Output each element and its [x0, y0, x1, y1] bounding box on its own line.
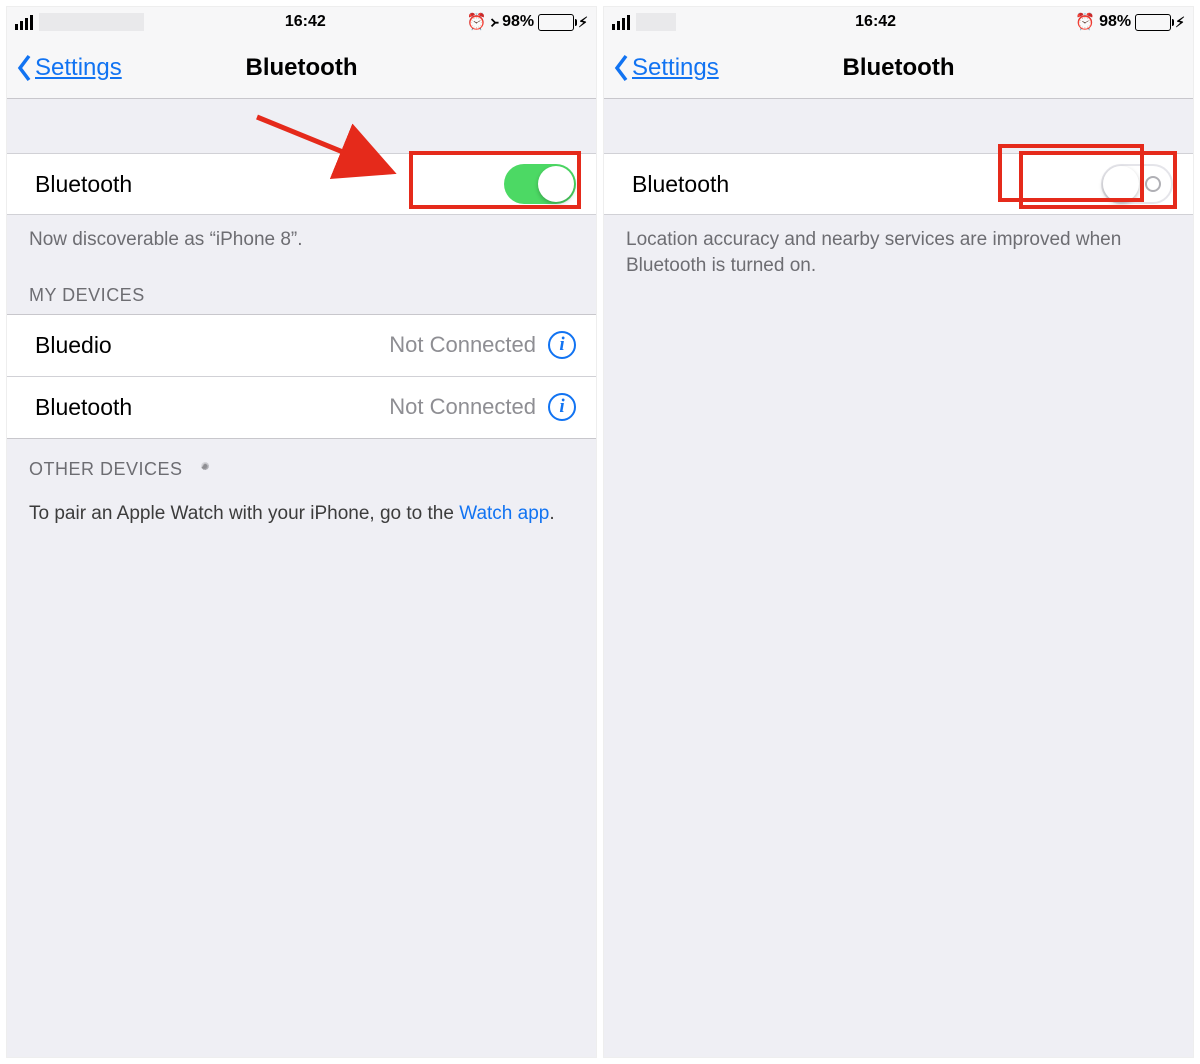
device-status: Not Connected — [389, 394, 536, 420]
info-icon[interactable]: i — [548, 331, 576, 359]
other-devices-label: OTHER DEVICES — [29, 459, 183, 480]
pair-watch-note: To pair an Apple Watch with your iPhone,… — [7, 489, 596, 539]
spinner-icon — [193, 459, 215, 481]
bluetooth-icon: ᚛ — [491, 13, 499, 31]
bluetooth-toggle-row: Bluetooth — [7, 153, 596, 215]
other-devices-header: OTHER DEVICES — [7, 439, 596, 489]
bluetooth-row-label: Bluetooth — [35, 171, 132, 198]
signal-icon — [15, 15, 33, 30]
bluetooth-toggle-row: Bluetooth — [604, 153, 1193, 215]
device-row[interactable]: Bluedio Not Connected i — [7, 314, 596, 376]
discoverable-text: Now discoverable as “iPhone 8”. — [7, 215, 596, 265]
my-devices-header: MY DEVICES — [7, 265, 596, 314]
pair-text: To pair an Apple Watch with your iPhone,… — [29, 503, 459, 524]
info-icon[interactable]: i — [548, 393, 576, 421]
back-button[interactable]: Settings — [17, 54, 122, 82]
device-list: Bluedio Not Connected i Bluetooth Not Co… — [7, 314, 596, 439]
battery-icon — [538, 14, 574, 31]
status-time: 16:42 — [285, 13, 326, 31]
device-name: Bluetooth — [35, 394, 132, 421]
bluetooth-off-note: Location accuracy and nearby services ar… — [604, 215, 1193, 290]
bluetooth-toggle[interactable] — [504, 164, 576, 204]
back-label: Settings — [632, 54, 719, 82]
carrier-placeholder — [636, 13, 676, 31]
nav-bar: Settings Bluetooth — [7, 37, 596, 99]
chevron-left-icon — [17, 54, 33, 82]
battery-percent: 98% — [502, 13, 534, 31]
alarm-icon: ⏰ — [467, 12, 487, 32]
status-time: 16:42 — [855, 13, 896, 31]
bluetooth-toggle[interactable] — [1101, 164, 1173, 204]
device-name: Bluedio — [35, 332, 112, 359]
chevron-left-icon — [614, 54, 630, 82]
battery-percent: 98% — [1099, 13, 1131, 31]
carrier-placeholder — [39, 13, 144, 31]
nav-bar: Settings Bluetooth — [604, 37, 1193, 99]
battery-icon — [1135, 14, 1171, 31]
device-row[interactable]: Bluetooth Not Connected i — [7, 376, 596, 438]
phone-left: 16:42 ⏰ ᚛ 98% ⚡︎ Settings Bluetooth Blue… — [6, 6, 597, 1058]
bluetooth-row-label: Bluetooth — [632, 171, 729, 198]
status-bar: 16:42 ⏰ 98% ⚡︎ — [604, 7, 1193, 37]
charging-icon: ⚡︎ — [578, 14, 588, 31]
back-button[interactable]: Settings — [614, 54, 719, 82]
alarm-icon: ⏰ — [1075, 12, 1095, 32]
pair-tail: . — [549, 503, 554, 524]
phone-right: 16:42 ⏰ 98% ⚡︎ Settings Bluetooth Blueto… — [603, 6, 1194, 1058]
charging-icon: ⚡︎ — [1175, 14, 1185, 31]
back-label: Settings — [35, 54, 122, 82]
status-bar: 16:42 ⏰ ᚛ 98% ⚡︎ — [7, 7, 596, 37]
watch-app-link[interactable]: Watch app — [459, 503, 549, 524]
signal-icon — [612, 15, 630, 30]
device-status: Not Connected — [389, 332, 536, 358]
